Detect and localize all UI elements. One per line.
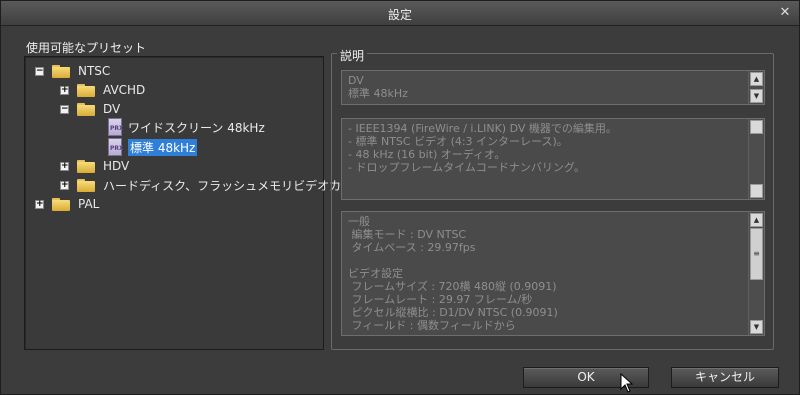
- tree-node-pal[interactable]: + PAL: [35, 195, 99, 213]
- tree-node-label: ワイドスクリーン 48kHz: [128, 120, 265, 135]
- tree-node-label: HDV: [103, 159, 130, 173]
- presets-label: 使用可能なプリセット: [26, 41, 147, 55]
- close-icon[interactable]: ✕: [777, 5, 793, 21]
- preset-file-icon: PRX: [108, 138, 124, 156]
- preset-tree[interactable]: − NTSC + AVCHD − DV PRX ワイドスクリーン 48kHz P…: [24, 56, 365, 350]
- scroll-down-icon[interactable]: ▼: [750, 320, 763, 334]
- tree-node-hdv[interactable]: + HDV: [60, 157, 129, 175]
- folder-icon: [52, 64, 70, 78]
- tree-node-label: AVCHD: [103, 83, 146, 97]
- scroll-up-icon[interactable]: ▲: [750, 72, 763, 86]
- window-title: 設定: [387, 8, 412, 22]
- preset-notes-text: - IEEE1394 (FireWire / i.LINK) DV 機器での編集…: [348, 122, 617, 174]
- tree-node-widescreen-48khz[interactable]: PRX ワイドスクリーン 48kHz: [108, 118, 265, 136]
- expand-icon[interactable]: +: [60, 180, 69, 190]
- tree-node-label: PAL: [78, 197, 100, 211]
- tree-node-label: DV: [103, 102, 121, 116]
- scroll-up-icon[interactable]: [750, 120, 763, 134]
- folder-icon: [77, 178, 95, 192]
- folder-icon: [52, 197, 70, 211]
- preset-file-icon: PRX: [108, 118, 124, 136]
- preset-details-text: 一般 編集モード : DV NTSC タイムベース : 29.97fps ビデオ…: [348, 215, 558, 332]
- title-bar[interactable]: 設定 ✕: [1, 1, 799, 26]
- expand-icon[interactable]: +: [60, 161, 69, 171]
- description-label: 説明: [337, 47, 368, 64]
- tree-node-label: 標準 48kHz: [128, 138, 198, 156]
- mouse-cursor-icon: [620, 373, 634, 393]
- scroll-up-icon[interactable]: ▲: [750, 213, 763, 227]
- preset-name-text: DV 標準 48kHz: [348, 74, 408, 100]
- expand-icon[interactable]: +: [60, 85, 69, 95]
- preset-notes-box: - IEEE1394 (FireWire / i.LINK) DV 機器での編集…: [341, 118, 765, 200]
- collapse-icon[interactable]: −: [60, 104, 69, 114]
- details-scrollbar[interactable]: ▲ ≡ ▼: [748, 212, 764, 335]
- tree-node-avchd[interactable]: + AVCHD: [60, 81, 145, 99]
- preset-name-box: DV 標準 48kHz ▲ ▼: [341, 70, 765, 105]
- scroll-down-icon[interactable]: ▼: [750, 89, 763, 103]
- tree-node-label: ハードディスク、フラッシュメモリビデオカメラ: [103, 178, 366, 193]
- scroll-thumb[interactable]: ≡: [750, 228, 763, 280]
- tree-node-label: NTSC: [78, 64, 111, 78]
- folder-icon: [77, 159, 95, 173]
- scroll-down-icon[interactable]: [750, 184, 763, 198]
- expand-icon[interactable]: +: [35, 199, 44, 209]
- cancel-button[interactable]: キャンセル: [671, 367, 779, 388]
- collapse-icon[interactable]: −: [35, 66, 44, 76]
- preset-details-box: 一般 編集モード : DV NTSC タイムベース : 29.97fps ビデオ…: [341, 211, 765, 336]
- tree-node-standard-48khz[interactable]: PRX 標準 48kHz: [108, 138, 198, 156]
- notes-scrollbar[interactable]: [748, 119, 764, 199]
- tree-node-dv[interactable]: − DV: [60, 100, 120, 118]
- tree-node-ntsc[interactable]: − NTSC: [35, 62, 110, 80]
- folder-icon: [77, 83, 95, 97]
- tree-node-hdd-flash-camera[interactable]: + ハードディスク、フラッシュメモリビデオカメラ: [60, 176, 365, 194]
- settings-dialog: 設定 ✕ 使用可能なプリセット − NTSC + AVCHD − DV PRX …: [0, 0, 800, 395]
- name-scrollbar[interactable]: ▲ ▼: [748, 71, 764, 104]
- folder-icon: [77, 102, 95, 116]
